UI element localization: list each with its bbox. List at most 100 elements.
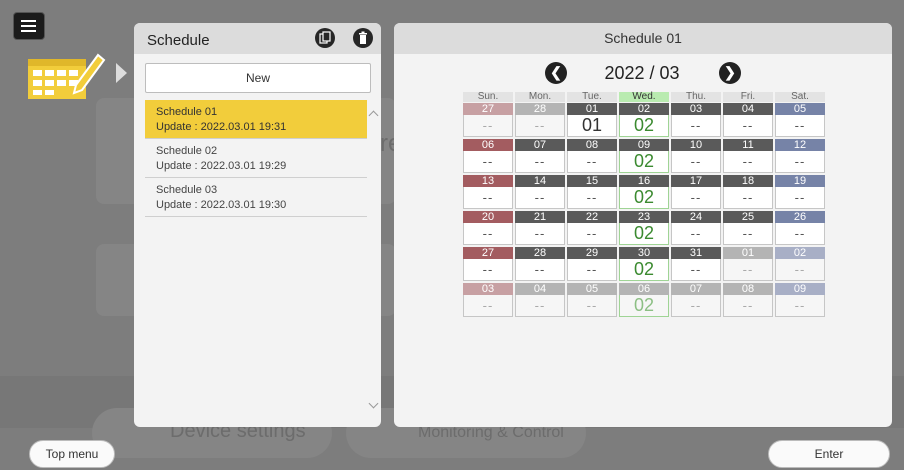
- day-number: 08: [723, 283, 773, 295]
- top-menu-button[interactable]: Top menu: [29, 440, 115, 468]
- calendar-day-cell[interactable]: 14 --: [515, 175, 565, 211]
- calendar-day-cell[interactable]: 27 --: [463, 103, 513, 139]
- calendar-day-cell[interactable]: 22 --: [567, 211, 617, 247]
- next-month-button[interactable]: ❯: [719, 62, 741, 84]
- calendar-day-cell[interactable]: 12 --: [775, 139, 825, 175]
- calendar-day-cell[interactable]: 06 --: [463, 139, 513, 175]
- day-number: 03: [671, 103, 721, 115]
- day-pattern-value: --: [463, 187, 513, 209]
- calendar-day-cell[interactable]: 30 02: [619, 247, 669, 283]
- calendar-day-cell[interactable]: 01 --: [723, 247, 773, 283]
- day-number: 17: [671, 175, 721, 187]
- list-scrollbar[interactable]: [368, 100, 379, 418]
- calendar-title: Schedule 01: [394, 23, 892, 54]
- calendar-day-cell[interactable]: 27 --: [463, 247, 513, 283]
- calendar-day-cell[interactable]: 23 02: [619, 211, 669, 247]
- calendar-day-cell[interactable]: 25 --: [723, 211, 773, 247]
- day-of-week-header: Tue.: [567, 92, 617, 102]
- calendar-day-cell[interactable]: 21 --: [515, 211, 565, 247]
- day-pattern-value: --: [775, 259, 825, 281]
- calendar-day-cell[interactable]: 18 --: [723, 175, 773, 211]
- schedule-update: Update : 2022.03.01 19:31: [156, 121, 287, 133]
- enter-button[interactable]: Enter: [768, 440, 890, 468]
- day-number: 24: [671, 211, 721, 223]
- copy-icon[interactable]: [315, 28, 335, 48]
- calendar-day-cell[interactable]: 06 02: [619, 283, 669, 319]
- day-pattern-value: --: [567, 151, 617, 173]
- day-number: 02: [619, 103, 669, 115]
- calendar-day-cell[interactable]: 28 --: [515, 247, 565, 283]
- calendar-day-cell[interactable]: 17 --: [671, 175, 721, 211]
- calendar-day-cell[interactable]: 31 --: [671, 247, 721, 283]
- new-schedule-button[interactable]: New: [145, 63, 371, 93]
- day-pattern-value: 02: [619, 295, 669, 317]
- calendar-day-cell[interactable]: 24 --: [671, 211, 721, 247]
- calendar-day-cell[interactable]: 10 --: [671, 139, 721, 175]
- calendar-day-cell[interactable]: 08 --: [723, 283, 773, 319]
- calendar-day-cell[interactable]: 28 --: [515, 103, 565, 139]
- day-number: 14: [515, 175, 565, 187]
- calendar-day-cell[interactable]: 15 --: [567, 175, 617, 211]
- calendar-day-cell[interactable]: 09 --: [775, 283, 825, 319]
- calendar-day-cell[interactable]: 26 --: [775, 211, 825, 247]
- calendar-day-cell[interactable]: 03 --: [463, 283, 513, 319]
- day-number: 26: [775, 211, 825, 223]
- day-number: 16: [619, 175, 669, 187]
- calendar-day-cell[interactable]: 05 --: [567, 283, 617, 319]
- day-pattern-value: 02: [619, 223, 669, 245]
- calendar-day-cell[interactable]: 13 --: [463, 175, 513, 211]
- calendar-day-cell[interactable]: 11 --: [723, 139, 773, 175]
- list-item[interactable]: Schedule 02 Update : 2022.03.01 19:29: [145, 139, 367, 178]
- calendar-day-cell[interactable]: 08 --: [567, 139, 617, 175]
- day-number: 07: [515, 139, 565, 151]
- day-pattern-value: --: [567, 259, 617, 281]
- day-pattern-value: --: [723, 151, 773, 173]
- day-pattern-value: --: [671, 223, 721, 245]
- calendar-day-cell[interactable]: 05 --: [775, 103, 825, 139]
- day-pattern-value: --: [775, 223, 825, 245]
- menu-button[interactable]: [13, 12, 45, 40]
- day-number: 18: [723, 175, 773, 187]
- calendar-day-cell[interactable]: 16 02: [619, 175, 669, 211]
- day-of-week-header: Fri.: [723, 92, 773, 102]
- schedule-name: Schedule 03: [156, 184, 218, 196]
- day-number: 20: [463, 211, 513, 223]
- calendar-day-cell[interactable]: 03 --: [671, 103, 721, 139]
- day-pattern-value: --: [723, 295, 773, 317]
- calendar-day-cell[interactable]: 29 --: [567, 247, 617, 283]
- calendar-day-cell[interactable]: 09 02: [619, 139, 669, 175]
- calendar-day-cell[interactable]: 01 01: [567, 103, 617, 139]
- day-number: 25: [723, 211, 773, 223]
- day-pattern-value: --: [671, 115, 721, 137]
- scroll-down-icon[interactable]: [368, 398, 379, 409]
- day-pattern-value: --: [567, 187, 617, 209]
- day-number: 05: [775, 103, 825, 115]
- calendar-panel: Schedule 01 ❮ 2022 / 03 ❯ Sun. Mon. Tue. We…: [394, 23, 892, 427]
- calendar-day-cell[interactable]: 07 --: [671, 283, 721, 319]
- day-pattern-value: --: [463, 295, 513, 317]
- list-item[interactable]: Schedule 03 Update : 2022.03.01 19:30: [145, 178, 367, 217]
- day-pattern-value: --: [723, 259, 773, 281]
- day-pattern-value: --: [463, 259, 513, 281]
- day-number: 06: [619, 283, 669, 295]
- day-number: 30: [619, 247, 669, 259]
- calendar-day-cell[interactable]: 02 --: [775, 247, 825, 283]
- day-number: 04: [723, 103, 773, 115]
- day-pattern-value: --: [671, 295, 721, 317]
- calendar-day-cell[interactable]: 19 --: [775, 175, 825, 211]
- calendar-day-cell[interactable]: 04 --: [515, 283, 565, 319]
- day-number: 04: [515, 283, 565, 295]
- prev-month-button[interactable]: ❮: [545, 62, 567, 84]
- calendar-day-cell[interactable]: 20 --: [463, 211, 513, 247]
- scroll-up-icon[interactable]: [368, 110, 379, 121]
- list-item[interactable]: Schedule 01 Update : 2022.03.01 19:31: [145, 100, 367, 139]
- day-number: 01: [567, 103, 617, 115]
- day-pattern-value: --: [775, 187, 825, 209]
- calendar-day-cell[interactable]: 07 --: [515, 139, 565, 175]
- arrow-right-icon: [116, 63, 127, 83]
- calendar-day-cell[interactable]: 02 02: [619, 103, 669, 139]
- calendar-day-cell[interactable]: 04 --: [723, 103, 773, 139]
- day-of-week-header: Mon.: [515, 92, 565, 102]
- day-number: 27: [463, 103, 513, 115]
- trash-icon[interactable]: [353, 28, 373, 48]
